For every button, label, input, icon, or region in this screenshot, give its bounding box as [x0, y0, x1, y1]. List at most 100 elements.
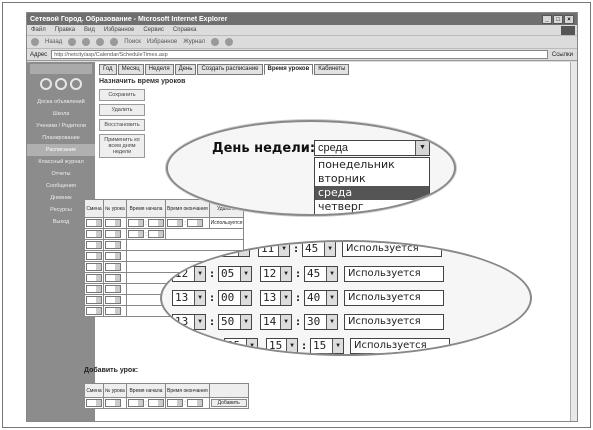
end-hour-select[interactable]: 13 ▼	[260, 289, 292, 306]
end-hour-select[interactable]: 11 ▼	[258, 242, 290, 257]
end-min-select[interactable]	[187, 219, 204, 227]
shift-select[interactable]	[86, 263, 102, 271]
menu-favorites[interactable]: Избранное	[104, 27, 134, 33]
sidebar-item-schedule[interactable]: Расписание	[27, 144, 95, 156]
start-min-select[interactable]: 00 ▼	[218, 289, 252, 306]
start-min-select[interactable]	[148, 230, 165, 238]
shift-select[interactable]	[86, 274, 102, 282]
menu-tools[interactable]: Сервис	[143, 27, 164, 33]
shift-select[interactable]	[86, 230, 102, 238]
tab-day[interactable]: День	[174, 64, 197, 75]
ie-logo-icon	[561, 25, 575, 35]
new-end-hour-select[interactable]	[167, 399, 184, 407]
option-wednesday[interactable]: среда	[315, 186, 429, 200]
shift-select[interactable]	[86, 252, 102, 260]
shift-select[interactable]	[86, 296, 102, 304]
shift-select[interactable]	[86, 241, 102, 249]
new-start-min-select[interactable]	[148, 399, 165, 407]
start-min-select[interactable]: 50 ▼	[218, 313, 252, 330]
back-button[interactable]: Назад	[45, 39, 62, 45]
start-min-select[interactable]: 05 ▼	[222, 242, 250, 257]
end-hour-select[interactable]: 12 ▼	[260, 265, 292, 282]
print-icon[interactable]	[225, 38, 234, 46]
search-button[interactable]: Поиск	[124, 39, 141, 45]
restore-button[interactable]: Восстановить	[99, 119, 145, 131]
forward-icon[interactable]	[68, 38, 77, 46]
lesson-select[interactable]	[105, 274, 121, 282]
start-min-select[interactable]: 05 ▼	[218, 265, 252, 282]
lesson-select[interactable]	[105, 285, 121, 293]
start-min-select[interactable]: 35 ▼	[224, 337, 258, 354]
save-button[interactable]: Сохранить	[99, 89, 145, 101]
shift-select[interactable]	[86, 307, 102, 315]
start-hour-select[interactable]: 13 ▼	[172, 313, 206, 330]
sidebar-item-board[interactable]: Доска объявлений	[27, 96, 95, 108]
row-status: Используется	[344, 265, 444, 282]
sidebar-item-messages[interactable]: Сообщения	[27, 180, 95, 192]
menu-file[interactable]: Файл	[31, 27, 46, 33]
sidebar-item-journal[interactable]: Классный журнал	[27, 156, 95, 168]
zoom-lens-lesson-times: 05 ▼ 11 ▼ : 45 ▼ Используется 12 ▼ : 05 ▼ 12 ▼…	[160, 240, 532, 356]
mail-icon[interactable]	[211, 38, 220, 46]
end-min-select[interactable]: 45 ▼	[304, 265, 338, 282]
start-hour-select[interactable]	[127, 230, 144, 238]
close-button[interactable]: ×	[564, 14, 574, 24]
add-lesson-button[interactable]: Добавить	[210, 399, 247, 407]
option-thursday[interactable]: четверг	[315, 200, 429, 214]
lesson-select[interactable]	[105, 252, 121, 260]
stop-icon[interactable]	[82, 38, 91, 46]
sidebar-item-planning[interactable]: Планирование	[27, 132, 95, 144]
chevron-down-icon[interactable]: ▼	[415, 141, 429, 155]
end-min-select[interactable]: 40 ▼	[304, 289, 338, 306]
lesson-select[interactable]	[105, 296, 121, 304]
menu-help[interactable]: Справка	[173, 27, 197, 33]
end-hour-select[interactable]: 14 ▼	[260, 313, 292, 330]
new-start-hour-select[interactable]	[127, 399, 144, 407]
sidebar-item-school[interactable]: Школа	[27, 108, 95, 120]
new-lesson-select[interactable]	[105, 399, 121, 407]
end-hour-select[interactable]	[167, 219, 184, 227]
delete-button[interactable]: Удалить	[99, 104, 145, 116]
option-tuesday[interactable]: вторник	[315, 172, 429, 186]
tab-lesson-times[interactable]: Время уроков	[263, 64, 314, 75]
refresh-icon[interactable]	[96, 38, 105, 46]
tab-year[interactable]: Год	[99, 64, 117, 75]
sidebar-item-pupils[interactable]: Ученики / Родители	[27, 120, 95, 132]
tab-month[interactable]: Месяц	[117, 64, 144, 75]
links-button[interactable]: Ссылки	[552, 52, 573, 58]
option-monday[interactable]: понедельник	[315, 158, 429, 172]
maximize-button[interactable]: □	[553, 14, 563, 24]
start-hour-select[interactable]	[127, 219, 144, 227]
tab-create-schedule[interactable]: Создать расписание	[197, 64, 263, 75]
lesson-select[interactable]	[105, 219, 121, 227]
address-input[interactable]: http://netcity/asp/Calendar/ScheduleTime…	[51, 50, 548, 59]
day-of-week-select[interactable]: среда ▼	[314, 140, 430, 156]
vertical-scrollbar[interactable]	[570, 62, 577, 421]
tab-week[interactable]: Неделя	[144, 64, 174, 75]
start-min-select[interactable]	[148, 219, 165, 227]
sidebar-item-reports[interactable]: Отчеты	[27, 168, 95, 180]
apply-all-days-button[interactable]: Применить ко всем дням недели	[99, 134, 145, 158]
menu-view[interactable]: Вид	[84, 27, 95, 33]
end-min-select[interactable]: 30 ▼	[304, 313, 338, 330]
minimize-button[interactable]: _	[542, 14, 552, 24]
shift-select[interactable]	[86, 285, 102, 293]
shift-select[interactable]	[86, 219, 102, 227]
lesson-select[interactable]	[105, 230, 121, 238]
history-button[interactable]: Журнал	[183, 39, 205, 45]
menu-edit[interactable]: Правка	[55, 27, 75, 33]
back-icon[interactable]	[31, 38, 39, 46]
end-min-select[interactable]: 15 ▼	[310, 337, 344, 354]
lesson-select[interactable]	[105, 263, 121, 271]
end-min-select[interactable]: 45 ▼	[302, 242, 336, 257]
end-hour-select[interactable]: 15 ▼	[266, 337, 298, 354]
new-shift-select[interactable]	[86, 399, 102, 407]
new-end-min-select[interactable]	[187, 399, 204, 407]
home-icon[interactable]	[110, 38, 119, 46]
favorites-button[interactable]: Избранное	[147, 39, 177, 45]
lesson-select[interactable]	[105, 241, 121, 249]
start-hour-select[interactable]: 12 ▼	[172, 265, 206, 282]
tab-rooms[interactable]: Кабинеты	[314, 64, 350, 75]
lesson-select[interactable]	[105, 307, 121, 315]
start-hour-select[interactable]: 13 ▼	[172, 289, 206, 306]
